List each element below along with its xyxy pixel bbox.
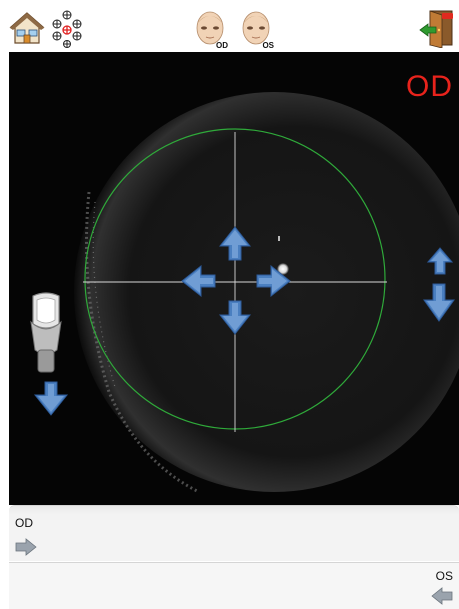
move-down-button[interactable] <box>219 299 251 335</box>
exit-door-icon <box>419 10 453 48</box>
chinrest-icon <box>30 292 62 373</box>
home-icon <box>9 12 45 44</box>
camera-view[interactable]: OD <box>9 52 459 505</box>
os-face-label: OS <box>262 41 274 50</box>
arrow-left-icon <box>431 587 453 605</box>
toolbar: OD OS <box>0 0 459 52</box>
exit-button[interactable] <box>418 8 456 48</box>
od-results-panel: OD <box>9 505 459 561</box>
arrow-up-icon <box>427 247 453 275</box>
fixation-target-button[interactable] <box>49 8 85 48</box>
move-right-button[interactable] <box>255 265 291 297</box>
arrow-right-icon <box>15 538 37 556</box>
select-os-button[interactable]: OS <box>238 8 278 50</box>
move-up-button[interactable] <box>219 226 251 262</box>
eye-image <box>9 52 459 505</box>
os-expand-button[interactable] <box>431 587 453 609</box>
os-results-panel: OS <box>9 562 459 609</box>
chinrest-indicator <box>25 292 67 379</box>
focus-back-button[interactable] <box>423 282 455 322</box>
select-od-button[interactable]: OD <box>192 8 232 50</box>
arrow-left-icon <box>181 265 216 297</box>
move-left-button[interactable] <box>181 265 217 297</box>
arrow-down-icon <box>219 300 251 335</box>
current-eye-label: OD <box>406 70 453 103</box>
arrow-down-icon <box>33 381 69 416</box>
focus-forward-button[interactable] <box>427 247 453 275</box>
od-expand-button[interactable] <box>15 538 37 561</box>
arrow-right-icon <box>256 265 291 297</box>
fixation-targets-icon <box>52 10 82 48</box>
od-face-label: OD <box>216 41 228 50</box>
arrow-down-icon <box>423 283 455 322</box>
arrow-up-icon <box>219 226 251 261</box>
od-panel-label: OD <box>15 516 33 530</box>
panel-divider <box>9 506 459 514</box>
chinrest-down-button[interactable] <box>33 380 69 421</box>
os-panel-label: OS <box>435 569 453 583</box>
home-button[interactable] <box>9 10 45 46</box>
